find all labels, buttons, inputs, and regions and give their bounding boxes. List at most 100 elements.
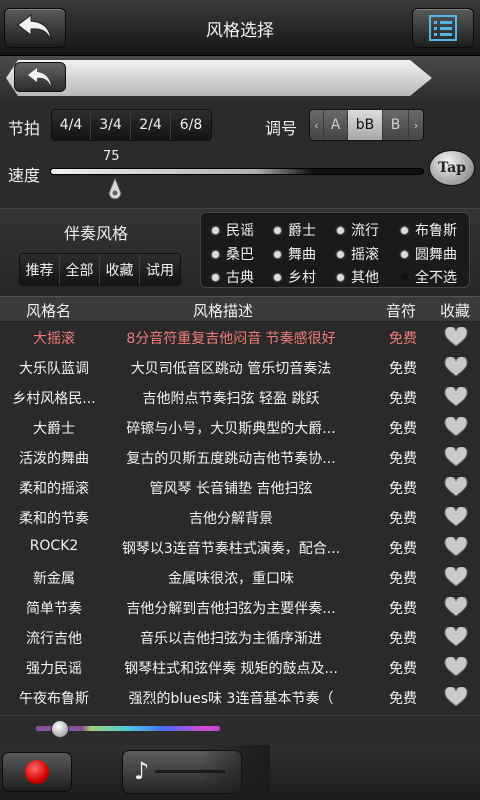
- style-price: 免费: [389, 691, 417, 707]
- table-row[interactable]: 强力民谣 钢琴柱式和弦伴奏 规矩的鼓点及... 免费: [0, 652, 480, 682]
- radio-dot-icon: [212, 226, 219, 234]
- genre-folk[interactable]: 民谣: [212, 220, 254, 240]
- table-row[interactable]: 活泼的舞曲 复古的贝斯五度跳动吉他节奏协... 免费: [0, 442, 480, 472]
- table-row[interactable]: 流行吉他 音乐以吉他扫弦为主循序渐进 免费: [0, 622, 480, 652]
- style-price: 免费: [389, 361, 417, 377]
- table-row[interactable]: 简单节奏 吉他分解到吉他扫弦为主要伴奏... 免费: [0, 592, 480, 622]
- style-description: 管风琴 长音铺垫 吉他扫弦: [149, 481, 313, 497]
- table-row[interactable]: 大爵士 碎镲与小号，大贝斯典型的大爵... 免费: [0, 412, 480, 442]
- back-button[interactable]: [4, 8, 66, 48]
- playback-progress: [0, 715, 480, 746]
- column-header-favorite: 收藏: [440, 302, 471, 320]
- genre-blues[interactable]: 布鲁斯: [401, 220, 457, 240]
- favorite-heart-icon[interactable]: [444, 507, 468, 527]
- filter-tabs: 推荐 全部 收藏 试用: [19, 253, 181, 286]
- genre-rock[interactable]: 摇滚: [337, 244, 379, 264]
- favorite-heart-icon[interactable]: [444, 627, 468, 647]
- style-description: 复古的贝斯五度跳动吉他节奏协...: [126, 451, 336, 467]
- key-option-selected[interactable]: bB: [348, 110, 383, 140]
- back-arrow-icon: [17, 13, 52, 41]
- favorite-heart-icon[interactable]: [444, 357, 468, 377]
- radio-dot-icon: [337, 273, 344, 281]
- radio-dot-icon: [337, 226, 344, 234]
- style-description: 钢琴柱式和弦伴奏 规矩的鼓点及...: [124, 661, 338, 677]
- favorite-heart-icon[interactable]: [444, 477, 468, 497]
- filter-tab-recommended[interactable]: 推荐: [20, 254, 60, 285]
- style-name: 柔和的节奏: [19, 511, 89, 527]
- style-name: 午夜布鲁斯: [19, 691, 89, 707]
- key-option[interactable]: B: [383, 110, 409, 140]
- tempo-slider-thumb[interactable]: [108, 177, 122, 201]
- style-name: 简单节奏: [26, 601, 82, 617]
- favorite-heart-icon[interactable]: [444, 657, 468, 677]
- music-note-icon: ♪: [134, 757, 150, 785]
- style-price: 免费: [389, 601, 417, 617]
- progress-fade: [210, 716, 270, 746]
- undo-arrow-icon: [28, 68, 51, 86]
- filter-tab-favorites[interactable]: 收藏: [100, 254, 140, 285]
- filter-tab-all[interactable]: 全部: [60, 254, 100, 285]
- navigation-strip: [0, 56, 480, 100]
- table-row[interactable]: 柔和的摇滚 管风琴 长音铺垫 吉他扫弦 免费: [0, 472, 480, 502]
- radio-dot-icon: [274, 250, 281, 258]
- list-menu-icon: [429, 15, 457, 41]
- tempo-slider[interactable]: [50, 168, 424, 175]
- table-row[interactable]: 柔和的节奏 吉他分解背景 免费: [0, 502, 480, 532]
- favorite-heart-icon[interactable]: [444, 387, 468, 407]
- genre-dance[interactable]: 舞曲: [274, 244, 316, 264]
- column-header-price: 音符: [386, 302, 417, 320]
- genre-pop[interactable]: 流行: [337, 220, 379, 240]
- genre-jazz[interactable]: 爵士: [274, 220, 316, 240]
- genre-country[interactable]: 乡村: [274, 267, 316, 287]
- undo-button[interactable]: [14, 62, 66, 92]
- filter-tab-trial[interactable]: 试用: [140, 254, 180, 285]
- menu-button[interactable]: [412, 8, 474, 48]
- bottom-fade: [200, 745, 270, 800]
- style-price: 免费: [389, 421, 417, 437]
- style-name: 大摇滚: [33, 331, 75, 347]
- record-button[interactable]: [2, 752, 72, 792]
- style-description: 钢琴以3连音节奏柱式演奏，配合...: [121, 541, 341, 557]
- table-row[interactable]: 大摇滚 8分音符重复吉他闷音 节奏感很好 免费: [0, 322, 480, 352]
- meter-option[interactable]: 2/4: [131, 110, 171, 140]
- favorite-heart-icon[interactable]: [444, 327, 468, 347]
- key-next-icon[interactable]: ›: [409, 110, 423, 140]
- page-title: 风格选择: [206, 21, 274, 41]
- title-bar: 风格选择: [0, 0, 480, 56]
- key-label: 调号: [265, 119, 298, 138]
- accompaniment-label: 伴奏风格: [64, 224, 129, 243]
- meter-option[interactable]: 6/8: [171, 110, 211, 140]
- favorite-heart-icon[interactable]: [444, 567, 468, 587]
- style-name: 乡村风格民...: [12, 391, 96, 407]
- style-description: 吉他分解背景: [189, 511, 273, 527]
- genre-waltz[interactable]: 圆舞曲: [401, 244, 457, 264]
- style-price: 免费: [389, 391, 417, 407]
- table-row[interactable]: 午夜布鲁斯 强烈的blues味 3连音基本节奏（ 免费: [0, 682, 480, 712]
- table-row[interactable]: ROCK2 钢琴以3连音节奏柱式演奏，配合... 免费: [0, 532, 480, 562]
- favorite-heart-icon[interactable]: [444, 597, 468, 617]
- key-prev-icon[interactable]: ‹: [310, 110, 324, 140]
- table-row[interactable]: 新金属 金属味很浓，重口味 免费: [0, 562, 480, 592]
- radio-dot-icon: [337, 250, 344, 258]
- genre-none[interactable]: 全不选: [401, 267, 457, 287]
- style-list[interactable]: 大摇滚 8分音符重复吉他闷音 节奏感很好 免费 大乐队蓝调 大贝司低音区跳动 管乐切音奏…: [0, 322, 480, 715]
- meter-option[interactable]: 3/4: [91, 110, 131, 140]
- key-option[interactable]: A: [324, 110, 348, 140]
- genre-classical[interactable]: 古典: [212, 267, 254, 287]
- favorite-heart-icon[interactable]: [444, 417, 468, 437]
- style-price: 免费: [389, 331, 417, 347]
- favorite-heart-icon[interactable]: [444, 537, 468, 557]
- style-name: 流行吉他: [26, 631, 82, 647]
- genre-other[interactable]: 其他: [337, 267, 379, 287]
- style-name: 大乐队蓝调: [19, 361, 89, 377]
- tap-tempo-button[interactable]: Tap: [429, 150, 475, 186]
- style-description: 金属味很浓，重口味: [168, 571, 294, 587]
- favorite-heart-icon[interactable]: [444, 687, 468, 707]
- progress-knob[interactable]: [50, 720, 69, 738]
- meter-option[interactable]: 4/4: [52, 110, 91, 140]
- favorite-heart-icon[interactable]: [444, 447, 468, 467]
- table-row[interactable]: 大乐队蓝调 大贝司低音区跳动 管乐切音奏法 免费: [0, 352, 480, 382]
- genre-samba[interactable]: 桑巴: [212, 244, 254, 264]
- style-price: 免费: [389, 481, 417, 497]
- table-row[interactable]: 乡村风格民... 吉他附点节奏扫弦 轻盈 跳跃 免费: [0, 382, 480, 412]
